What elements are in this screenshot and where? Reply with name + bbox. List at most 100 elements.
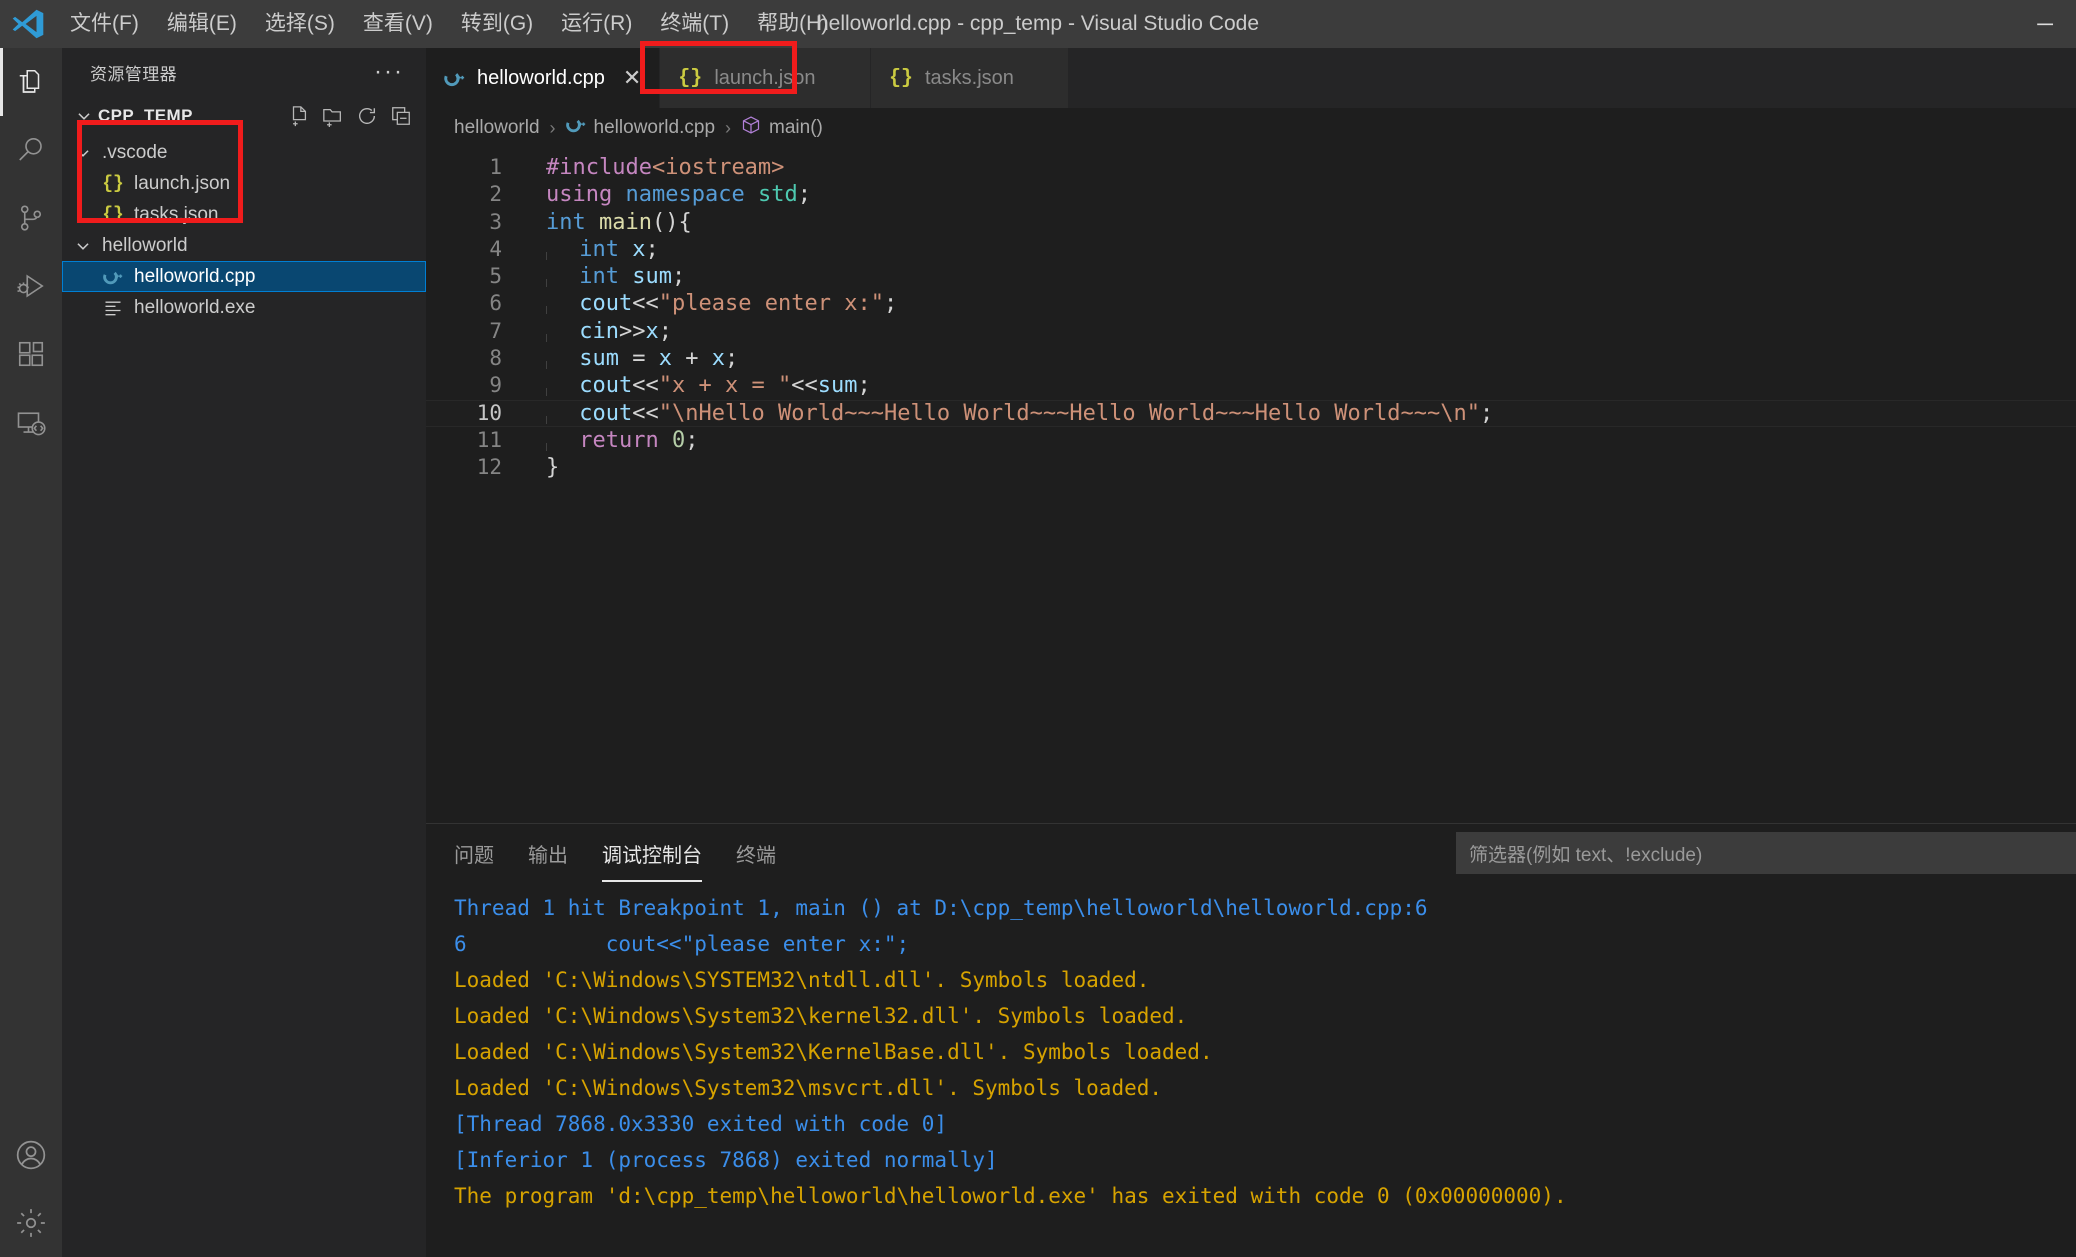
breadcrumb-folder-label: helloworld [454,117,540,138]
activity-extensions[interactable] [0,320,62,388]
activity-account[interactable] [0,1121,62,1189]
filter-input[interactable]: 筛选器(例如 text、!exclude) [1456,832,2076,874]
remote-explorer-icon [16,407,46,437]
console-line: Thread 1 hit Breakpoint 1, main () at D:… [454,896,1428,920]
tree-item-label: launch.json [134,172,231,194]
tree-item--vscode[interactable]: .vscode [62,137,426,168]
json-icon: {} [102,204,124,225]
explorer-sidebar: 资源管理器 ··· CPP_TEMP .vscode {} launch.jso… [62,48,426,1257]
json-icon: {} [102,173,124,194]
code-line-text: int sum; [546,264,686,290]
code-line[interactable]: 11 return 0; [426,427,2076,454]
activity-search[interactable] [0,116,62,184]
code-line-text: sum = x + x; [546,346,739,372]
close-icon[interactable]: ✕ [623,67,641,89]
minimize-button[interactable]: ─ [2014,0,2076,48]
code-line[interactable]: 5 int sum; [426,263,2076,290]
window-controls[interactable]: ─ [2014,0,2076,48]
json-icon: {} [888,66,913,90]
activity-source-control[interactable] [0,184,62,252]
editor-tab-launch-json[interactable]: {}launch.json✕ [660,48,871,108]
tree-item-label: .vscode [102,141,168,163]
line-number: 1 [489,155,502,179]
code-line-text: cin>>x; [546,318,673,344]
folder-section-header[interactable]: CPP_TEMP [62,96,426,135]
title-bar: 文件(F) 编辑(E) 选择(S) 查看(V) 转到(G) 运行(R) 终端(T… [0,0,2076,48]
menu-bar[interactable]: 文件(F) 编辑(E) 选择(S) 查看(V) 转到(G) 运行(R) 终端(T… [56,0,842,48]
code-line-text: cout<<"\nHello World~~~Hello World~~~Hel… [546,400,1494,426]
menu-run[interactable]: 运行(R) [547,0,646,48]
tree-item-label: helloworld.cpp [134,265,256,287]
breadcrumb-item-file[interactable]: helloworld.cpp [565,115,715,141]
account-icon [15,1139,47,1171]
new-folder-icon[interactable] [318,101,348,131]
activity-bar[interactable] [0,48,62,1257]
code-line-text: int main(){ [546,209,692,235]
tree-item-helloworld-exe[interactable]: helloworld.exe [62,292,426,323]
menu-selection[interactable]: 选择(S) [251,0,349,48]
code-line-text: using namespace std; [546,182,811,208]
console-line: Loaded 'C:\Windows\SYSTEM32\ntdll.dll'. … [454,968,1150,992]
breadcrumb-item-folder[interactable]: helloworld [454,117,540,139]
code-line[interactable]: 10 cout<<"\nHello World~~~Hello World~~~H… [426,399,2076,427]
json-icon: {} [678,66,703,90]
refresh-icon[interactable] [352,101,382,131]
activity-explorer[interactable] [0,48,62,116]
panel-tab-0[interactable]: 问题 [454,824,494,882]
sidebar-title-bar: 资源管理器 ··· [62,48,426,96]
tree-item-helloworld-cpp[interactable]: helloworld.cpp [62,261,426,292]
code-line[interactable]: 4 int x; [426,236,2076,263]
code-line[interactable]: 12} [426,454,2076,481]
menu-edit[interactable]: 编辑(E) [153,0,251,48]
line-number: 6 [489,291,502,316]
editor-group: helloworld.cpp ✕ {} launch.json ✕ {} tasks.jso… [426,48,2076,1257]
new-file-icon[interactable] [284,101,314,131]
file-tree[interactable]: .vscode {} launch.json {} tasks.json hellowor… [62,135,426,1257]
code-line[interactable]: 7 cin>>x; [426,318,2076,345]
tree-item-helloworld[interactable]: helloworld [62,230,426,261]
console-line: Loaded 'C:\Windows\System32\KernelBase.d… [454,1040,1213,1064]
editor-tab-helloworld-cpp[interactable]: helloworld.cpp ✕ [426,48,661,108]
menu-go[interactable]: 转到(G) [447,0,547,48]
activity-settings[interactable] [0,1189,62,1257]
tree-item-launch-json[interactable]: {} launch.json [62,168,426,199]
code-line[interactable]: 6 cout<<"please enter x:"; [426,290,2076,317]
menu-terminal[interactable]: 终端(T) [646,0,743,48]
code-line[interactable]: 9 cout<<"x + x = "<<sum; [426,372,2076,399]
menu-view[interactable]: 查看(V) [349,0,447,48]
activity-remote-explorer[interactable] [0,388,62,456]
panel-tab-1[interactable]: 输出 [528,824,568,882]
root-folder-label: CPP_TEMP [98,105,193,125]
explorer-toolbar[interactable] [284,101,426,131]
source-control-icon [16,203,46,233]
bottom-panel: 问题 输出 调试控制台 终端 筛选器(例如 text、!exclude) Thread… [426,823,2076,1257]
breadcrumb[interactable]: helloworld › helloworld.cpp › main() [426,108,2076,148]
code-editor[interactable]: 1 #include<iostream> 2 using namespace std;… [426,148,2076,823]
menu-help[interactable]: 帮助(H) [743,0,842,48]
breadcrumb-item-symbol[interactable]: main() [741,115,823,141]
panel-tab-2[interactable]: 调试控制台 [602,824,702,882]
activity-run-and-debug[interactable] [0,252,62,320]
editor-tab-label: launch.json [714,66,816,89]
code-line[interactable]: 1 #include<iostream> [426,154,2076,181]
sidebar-more-actions-icon[interactable]: ··· [364,60,414,84]
cpp-file-icon [444,68,465,89]
code-line-text: } [546,455,560,481]
panel-tab-3[interactable]: 终端 [736,824,776,882]
editor-tabs[interactable]: helloworld.cpp ✕ {} launch.json ✕ {} tasks.jso… [426,48,2076,108]
menu-file[interactable]: 文件(F) [56,0,153,48]
debug-console-output[interactable]: Thread 1 hit Breakpoint 1, main () at D:… [426,882,2076,1257]
editor-tab-tasks-json[interactable]: {}tasks.json✕ [870,48,1070,108]
editor-tab-label: tasks.json [924,66,1014,89]
console-line: The program 'd:\cpp_temp\helloworld\hell… [454,1184,1567,1208]
code-line[interactable]: 8 sum = x + x; [426,345,2076,372]
run-and-debug-icon [16,271,46,301]
panel-tab-bar[interactable]: 问题 输出 调试控制台 终端 筛选器(例如 text、!exclude) [426,824,2076,882]
vscode-logo-icon [0,0,56,48]
explorer-icon [16,67,46,97]
collapse-all-icon[interactable] [386,101,416,131]
tree-item-tasks-json[interactable]: {} tasks.json [62,199,426,230]
tree-item-label: tasks.json [134,203,219,225]
code-line[interactable]: 2 using namespace std; [426,181,2076,208]
code-line[interactable]: 3 int main(){ [426,209,2076,236]
